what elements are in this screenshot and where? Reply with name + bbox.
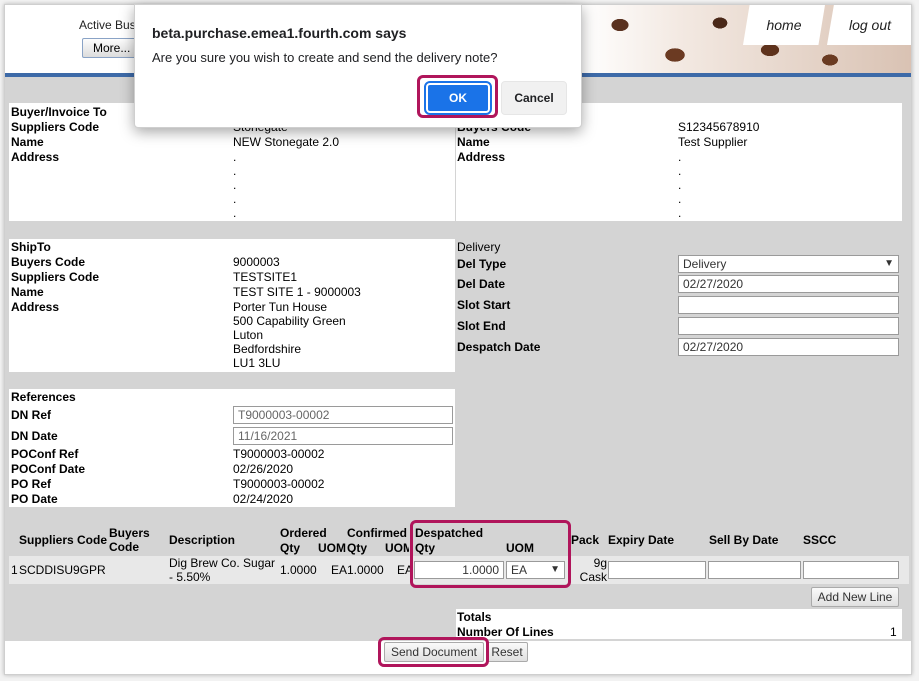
supplier-name-label: Name — [457, 135, 490, 149]
buyer-section-title: Buyer/Invoice To — [11, 105, 107, 119]
shipto-name-value: TEST SITE 1 - 9000003 — [233, 285, 361, 299]
shipto-name-label: Name — [11, 285, 44, 299]
despatched-highlight — [410, 520, 571, 588]
shipto-suppliers-code-value: TESTSITE1 — [233, 270, 298, 284]
dn-ref-field[interactable]: T9000003-00002 — [233, 406, 453, 424]
ok-highlight — [417, 75, 498, 118]
active-business-label: Active Bus — [79, 18, 136, 32]
col-description: Description — [169, 533, 236, 547]
row-index: 1 — [11, 563, 18, 577]
buyer-suppliers-code-label: Suppliers Code — [11, 120, 100, 134]
shipto-suppliers-code-label: Suppliers Code — [11, 270, 100, 284]
buyer-address-line: . — [233, 178, 237, 192]
poconf-ref-label: POConf Ref — [11, 447, 79, 461]
del-type-label: Del Type — [457, 257, 507, 271]
shipto-buyers-code-label: Buyers Code — [11, 255, 86, 269]
slot-end-field[interactable] — [678, 317, 899, 335]
sscc-field[interactable] — [803, 561, 899, 579]
col-sell-by-date: Sell By Date — [709, 533, 779, 547]
reset-button[interactable]: Reset — [486, 642, 528, 662]
add-new-line-button[interactable]: Add New Line — [811, 587, 899, 607]
nav-home-link[interactable]: home — [743, 5, 825, 45]
slot-end-label: Slot End — [457, 319, 506, 333]
supplier-address-line: . — [678, 164, 682, 178]
col-confirmed: Confirmed — [347, 526, 407, 540]
slot-start-label: Slot Start — [457, 298, 511, 312]
col-buyers-code: Buyers Code — [109, 526, 150, 554]
poconf-date-label: POConf Date — [11, 462, 86, 476]
buyer-address-line: . — [233, 206, 237, 220]
buyer-address-line: . — [233, 164, 237, 178]
supplier-address-line: . — [678, 178, 682, 192]
col-pack: Pack — [571, 533, 600, 547]
cancel-button[interactable]: Cancel — [501, 81, 567, 115]
row-description: Dig Brew Co. Sugar - 5.50% — [169, 556, 276, 584]
col-ordered-uom: UOM — [318, 541, 346, 555]
buyer-address-line: . — [233, 192, 237, 206]
buyer-name-label: Name — [11, 135, 44, 149]
supplier-address-label: Address — [457, 150, 506, 164]
row-suppliers-code: SCDDISU9GPR — [19, 563, 106, 577]
supplier-address-line: . — [678, 150, 682, 164]
del-date-label: Del Date — [457, 277, 506, 291]
more-button[interactable]: More... — [82, 38, 138, 58]
despatch-date-field[interactable]: 02/27/2020 — [678, 338, 899, 356]
dn-date-field[interactable]: 11/16/2021 — [233, 427, 453, 445]
shipto-address-line: Luton — [233, 328, 264, 342]
shipto-address-line: Bedfordshire — [233, 342, 302, 356]
buyer-address-label: Address — [11, 150, 60, 164]
del-type-value: Delivery — [683, 257, 727, 271]
dn-date-label: DN Date — [11, 429, 58, 443]
col-confirmed-uom: UOM — [385, 541, 409, 555]
number-of-lines-value: 1 — [890, 625, 897, 639]
poconf-date-value: 02/26/2020 — [233, 462, 294, 476]
row-ordered-qty: 1.0000 — [280, 563, 317, 577]
shipto-section-title: ShipTo — [11, 240, 51, 254]
col-sscc: SSCC — [803, 533, 837, 547]
shipto-address-line: 500 Capability Green — [233, 314, 346, 328]
row-confirmed-qty: 1.0000 — [347, 563, 384, 577]
supplier-address-line: . — [678, 206, 682, 220]
confirm-dialog: beta.purchase.emea1.fourth.com says Are … — [134, 4, 582, 128]
chevron-down-icon: ▼ — [884, 258, 894, 269]
shipto-address-line: LU1 3LU — [233, 356, 281, 370]
supplier-buyers-code-value: S12345678910 — [678, 120, 760, 134]
col-ordered-qty: Qty — [280, 541, 301, 555]
po-ref-value: T9000003-00002 — [233, 477, 325, 491]
del-date-field[interactable]: 02/27/2020 — [678, 275, 899, 293]
send-document-highlight — [378, 637, 489, 667]
col-suppliers-code: Suppliers Code — [19, 533, 108, 547]
supplier-address-line: . — [678, 192, 682, 206]
sell-by-date-field[interactable] — [708, 561, 801, 579]
buyer-name-value: NEW Stonegate 2.0 — [233, 135, 340, 149]
col-confirmed-qty: Qty — [347, 541, 368, 555]
dn-ref-label: DN Ref — [11, 408, 52, 422]
poconf-ref-value: T9000003-00002 — [233, 447, 325, 461]
row-pack: 9g Cask — [579, 556, 607, 584]
row-confirmed-uom: EA — [397, 563, 411, 577]
po-ref-label: PO Ref — [11, 477, 52, 491]
shipto-address-label: Address — [11, 300, 60, 314]
col-ordered: Ordered — [280, 526, 327, 540]
dialog-title: beta.purchase.emea1.fourth.com says — [152, 25, 407, 41]
po-date-label: PO Date — [11, 492, 58, 506]
despatch-date-label: Despatch Date — [457, 340, 541, 354]
dialog-message: Are you sure you wish to create and send… — [152, 50, 498, 65]
shipto-address-line: Porter Tun House — [233, 300, 328, 314]
del-type-select[interactable]: Delivery ▼ — [678, 255, 899, 273]
supplier-name-value: Test Supplier — [678, 135, 748, 149]
po-date-value: 02/24/2020 — [233, 492, 294, 506]
row-ordered-uom: EA — [331, 563, 348, 577]
totals-title: Totals — [457, 610, 492, 624]
delivery-section-title: Delivery — [457, 240, 501, 254]
expiry-date-field[interactable] — [608, 561, 706, 579]
buyer-address-line: . — [233, 150, 237, 164]
shipto-buyers-code-value: 9000003 — [233, 255, 280, 269]
references-section-title: References — [11, 390, 76, 404]
slot-start-field[interactable] — [678, 296, 899, 314]
nav-logout-link[interactable]: log out — [827, 5, 911, 45]
col-expiry-date: Expiry Date — [608, 533, 675, 547]
